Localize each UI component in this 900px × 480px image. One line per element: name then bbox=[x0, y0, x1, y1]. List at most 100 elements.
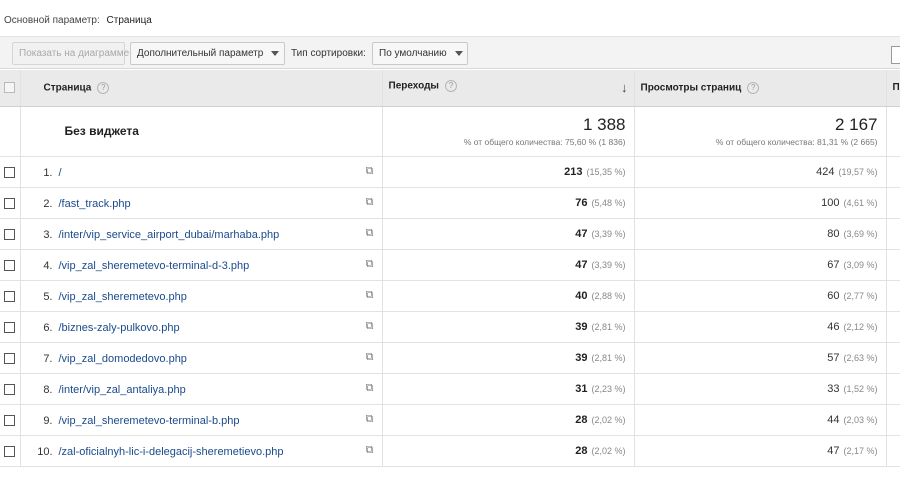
entrances-value: 76 bbox=[575, 196, 588, 209]
table-row[interactable]: 2./fast_track.php ⧉ 76 (5,48 %) 100 (4,61 %) bbox=[0, 187, 900, 219]
row-checkbox-cell bbox=[0, 249, 21, 281]
page-link[interactable]: /zal-oficialnyh-lic-i-delegacij-sheremet… bbox=[59, 446, 284, 458]
page-cell: 3. /inter/vip_service_airport_dubai/marha… bbox=[20, 218, 383, 250]
pageviews-cell: 67 (3,09 %) bbox=[634, 249, 887, 281]
entrances-percent: (2,88 %) bbox=[591, 290, 626, 301]
table-header-row: Страница? Переходы? ↓ Просмотры страниц?… bbox=[0, 70, 900, 107]
entrances-cell: 47 (3,39 %) bbox=[382, 249, 635, 281]
select-all-checkbox[interactable] bbox=[4, 82, 16, 94]
page-link[interactable]: /inter/vip_zal_antaliya.php bbox=[59, 384, 186, 396]
next-cell bbox=[886, 311, 900, 343]
table-row[interactable]: 3. /inter/vip_service_airport_dubai/marha… bbox=[0, 218, 900, 250]
row-checkbox[interactable] bbox=[4, 166, 16, 178]
pageviews-value: 44 bbox=[827, 413, 840, 426]
row-checkbox-cell bbox=[0, 435, 21, 467]
row-index: 9. bbox=[43, 414, 53, 427]
pageviews-cell: 57 (2,63 %) bbox=[634, 342, 887, 374]
open-page-icon[interactable]: ⧉ bbox=[366, 196, 374, 209]
table-row[interactable]: 9. /vip_zal_sheremetevo-terminal-b.php ⧉ 28… bbox=[0, 404, 900, 436]
entrances-percent: (3,39 %) bbox=[591, 259, 626, 270]
table-row[interactable]: 1. / ⧉ 213 (15,35 %) 424 (19,57 %) bbox=[0, 156, 900, 188]
table-row[interactable]: 10. /zal-oficialnyh-lic-i-delegacij-shere… bbox=[0, 435, 900, 467]
help-icon[interactable]: ? bbox=[444, 80, 457, 93]
primary-dimension-value[interactable]: Страница bbox=[107, 15, 152, 26]
pageviews-cell: 424 (19,57 %) bbox=[634, 156, 887, 188]
next-cell bbox=[886, 404, 900, 436]
page-link[interactable]: /vip_zal_sheremetevo-terminal-b.php bbox=[59, 415, 240, 427]
entrances-cell: 47 (3,39 %) bbox=[382, 218, 635, 250]
pageviews-value: 424 bbox=[816, 165, 835, 178]
row-checkbox-cell bbox=[0, 342, 21, 374]
next-cell bbox=[886, 249, 900, 281]
row-index: 7. bbox=[43, 352, 53, 365]
open-page-icon[interactable]: ⧉ bbox=[366, 351, 374, 364]
open-page-icon[interactable]: ⧉ bbox=[366, 444, 374, 457]
row-checkbox[interactable] bbox=[4, 321, 16, 333]
pageviews-percent: (2,03 %) bbox=[843, 414, 878, 425]
header-entrances-label: Переходы bbox=[388, 80, 439, 92]
help-icon[interactable]: ? bbox=[97, 81, 110, 94]
next-cell bbox=[886, 280, 900, 312]
page-link[interactable]: /vip_zal_sheremetevo.php bbox=[59, 291, 187, 303]
open-page-icon[interactable]: ⧉ bbox=[366, 165, 374, 178]
open-page-icon[interactable]: ⧉ bbox=[366, 320, 374, 333]
entrances-cell: 213 (15,35 %) bbox=[382, 156, 635, 188]
sort-descending-icon[interactable]: ↓ bbox=[621, 80, 628, 95]
pageviews-cell: 80 (3,69 %) bbox=[634, 218, 887, 250]
table-row[interactable]: 5./vip_zal_sheremetevo.php ⧉ 40 (2,88 %) 60(… bbox=[0, 280, 900, 312]
table-row[interactable]: 4. /vip_zal_sheremetevo-terminal-d-3.php ⧉… bbox=[0, 249, 900, 281]
page-link[interactable]: /vip_zal_domodedovo.php bbox=[59, 353, 187, 365]
header-page[interactable]: Страница? bbox=[20, 70, 383, 107]
row-checkbox[interactable] bbox=[4, 383, 16, 395]
entrances-percent: (15,35 %) bbox=[586, 166, 626, 177]
page-link[interactable]: /biznes-zaly-pulkovo.php bbox=[59, 322, 180, 334]
pageviews-value: 80 bbox=[827, 227, 840, 240]
table-row[interactable]: 7./vip_zal_domodedovo.php ⧉ 39 (2,81 %) 57 (2… bbox=[0, 342, 900, 374]
row-checkbox-cell bbox=[0, 404, 21, 436]
row-checkbox[interactable] bbox=[4, 197, 16, 209]
entrances-percent: (2,23 %) bbox=[591, 383, 626, 394]
row-checkbox[interactable] bbox=[4, 445, 16, 457]
open-page-icon[interactable]: ⧉ bbox=[366, 227, 374, 240]
row-checkbox[interactable] bbox=[4, 352, 16, 364]
next-cell bbox=[886, 156, 900, 188]
open-page-icon[interactable]: ⧉ bbox=[366, 258, 374, 271]
page-link[interactable]: /fast_track.php bbox=[59, 198, 131, 210]
pageviews-percent: (2,12 %) bbox=[843, 321, 878, 332]
row-checkbox[interactable] bbox=[4, 259, 16, 271]
show-on-chart-button[interactable]: Показать на диаграмме bbox=[12, 42, 129, 65]
open-page-icon[interactable]: ⧉ bbox=[366, 382, 374, 395]
page-cell: 7. /vip_zal_domodedovo.php ⧉ bbox=[20, 342, 383, 374]
page-link[interactable]: /inter/vip_service_airport_dubai/marhaba… bbox=[59, 229, 280, 241]
view-toggle-box[interactable] bbox=[891, 46, 900, 64]
summary-entrances: 1 388 % от общего количества: 75,60 % (1… bbox=[382, 106, 635, 157]
help-icon[interactable]: ? bbox=[747, 81, 760, 94]
page-link[interactable]: /vip_zal_sheremetevo-terminal-d-3.php bbox=[59, 260, 250, 272]
entrances-value: 47 bbox=[575, 258, 588, 271]
entrances-percent: (2,81 %) bbox=[591, 321, 626, 332]
entrances-value: 213 bbox=[564, 165, 583, 178]
page-cell: 2. /fast_track.php ⧉ bbox=[20, 187, 383, 219]
entrances-value: 28 bbox=[575, 444, 588, 457]
open-page-icon[interactable]: ⧉ bbox=[366, 413, 374, 426]
entrances-value: 47 bbox=[575, 227, 588, 240]
primary-dimension-label: Основной параметр: bbox=[4, 15, 100, 26]
secondary-dimension-dropdown[interactable]: Дополнительный параметр bbox=[130, 42, 285, 65]
page-link[interactable]: / bbox=[59, 167, 62, 179]
header-next[interactable]: П bbox=[886, 70, 900, 107]
sort-type-dropdown[interactable]: По умолчанию bbox=[372, 42, 468, 65]
row-checkbox[interactable] bbox=[4, 228, 16, 240]
entrances-percent: (3,39 %) bbox=[591, 228, 626, 239]
table-row[interactable]: 8. /inter/vip_zal_antaliya.php ⧉ 31 (2,23 %)… bbox=[0, 373, 900, 405]
row-checkbox[interactable] bbox=[4, 414, 16, 426]
row-checkbox[interactable] bbox=[4, 290, 16, 302]
entrances-percent: (2,02 %) bbox=[591, 414, 626, 425]
header-entrances[interactable]: Переходы? ↓ bbox=[382, 70, 635, 107]
pageviews-value: 46 bbox=[827, 320, 840, 333]
pageviews-percent: (3,69 %) bbox=[843, 228, 878, 239]
entrances-cell: 40 (2,88 %) bbox=[382, 280, 635, 312]
table-row[interactable]: 6./biznes-zaly-pulkovo.php ⧉ 39 (2,81 %) 46(… bbox=[0, 311, 900, 343]
header-pageviews[interactable]: Просмотры страниц? bbox=[634, 70, 887, 107]
open-page-icon[interactable]: ⧉ bbox=[366, 289, 374, 302]
summary-entrances-note: % от общего количества: 75,60 % (1 836) bbox=[463, 136, 626, 147]
